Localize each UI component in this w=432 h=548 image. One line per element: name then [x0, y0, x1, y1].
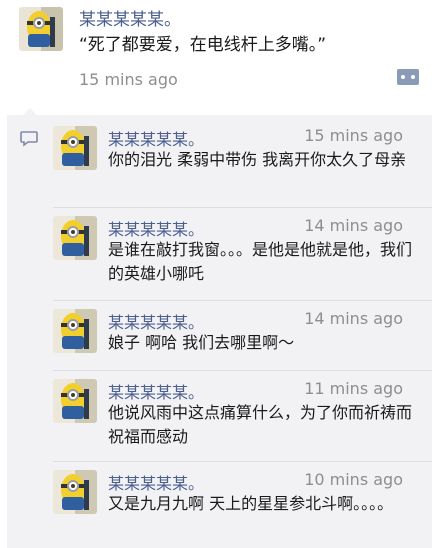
panel-notch	[23, 108, 37, 115]
comment-text: 他说风雨中这点痛算什么，为了你而祈祷而祝福而感动	[108, 403, 413, 446]
post-timestamp: 15 mins ago	[79, 70, 178, 89]
comment-divider	[53, 207, 432, 208]
more-dots-icon[interactable]	[397, 69, 419, 85]
comment-avatar[interactable]	[53, 309, 97, 353]
minion-avatar-image	[53, 470, 97, 514]
comment-author-name[interactable]: 某某某某某。	[108, 379, 204, 403]
post-content: “死了都要爱，在电线杆上多嘴。”	[79, 35, 327, 55]
comment-author-name[interactable]: 某某某某某。	[108, 126, 204, 150]
comment-divider	[53, 300, 432, 301]
comment-avatar[interactable]	[53, 379, 97, 423]
comment-timestamp: 14 mins ago	[304, 309, 403, 328]
comment-divider	[53, 461, 432, 462]
comment-divider	[53, 370, 432, 371]
minion-avatar-image	[53, 216, 97, 260]
comment-avatar[interactable]	[53, 216, 97, 260]
comment-text: 你的泪光 柔弱中带伤 我离开你太久了母亲	[108, 150, 407, 169]
comment-timestamp: 10 mins ago	[304, 470, 403, 489]
minion-avatar-image	[19, 7, 63, 51]
minion-avatar-image	[53, 309, 97, 353]
speech-bubble-icon	[20, 131, 38, 147]
comment-text: 又是九月九啊 天上的星星参北斗啊。。。。	[108, 494, 394, 513]
comment-text: 是谁在敲打我窗。。。是他是他就是他，我们的英雄小哪吒	[108, 240, 413, 283]
post-author-name[interactable]: 某某某某某。	[79, 5, 181, 30]
comment-author-name[interactable]: 某某某某某。	[108, 470, 204, 494]
comment-author-name[interactable]: 某某某某某。	[108, 216, 204, 240]
minion-avatar-image	[53, 379, 97, 423]
comment-avatar[interactable]	[53, 470, 97, 514]
comment-avatar[interactable]	[53, 126, 97, 170]
minion-avatar-image	[53, 126, 97, 170]
comment-timestamp: 15 mins ago	[304, 126, 403, 145]
post-avatar[interactable]	[19, 7, 63, 51]
comment-timestamp: 14 mins ago	[304, 216, 403, 235]
comment-timestamp: 11 mins ago	[304, 379, 403, 398]
comment-author-name[interactable]: 某某某某某。	[108, 309, 204, 333]
comment-text: 娘子 啊哈 我们去哪里啊～	[108, 333, 295, 352]
